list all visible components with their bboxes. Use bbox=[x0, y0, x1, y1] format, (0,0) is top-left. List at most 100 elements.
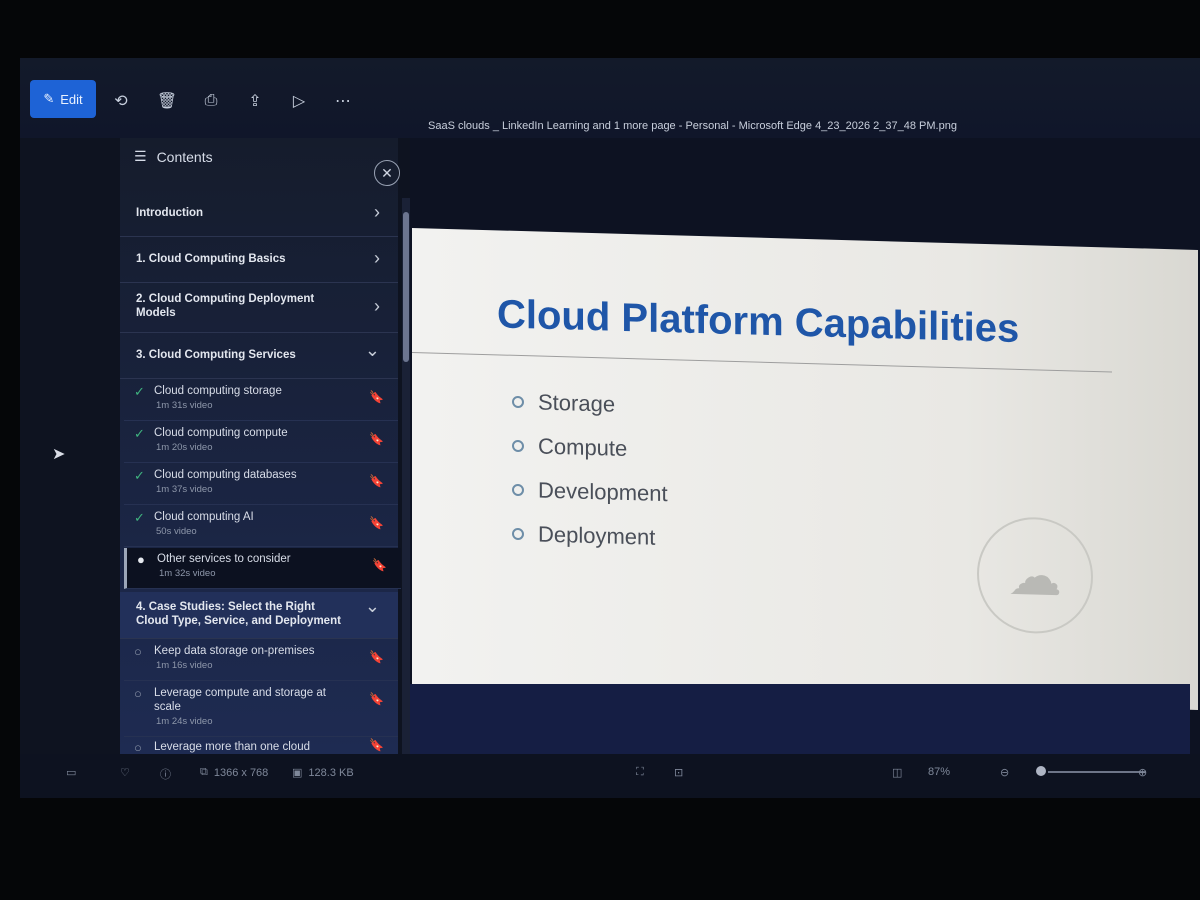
info-icon[interactable]: ⓘ bbox=[160, 766, 171, 782]
bookmark-icon[interactable]: 🔖 bbox=[369, 474, 384, 488]
share-icon[interactable]: ⇪ bbox=[242, 88, 268, 114]
bookmark-icon[interactable]: 🔖 bbox=[369, 650, 384, 664]
lesson-title: Other services to consider bbox=[157, 553, 291, 565]
fit-screen-icon[interactable]: ⛶ bbox=[636, 766, 644, 779]
filmstrip-icon[interactable]: ▭ bbox=[66, 766, 76, 779]
file-title: SaaS clouds _ LinkedIn Learning and 1 mo… bbox=[428, 120, 957, 132]
zoom-out-icon[interactable]: ⊖ bbox=[1000, 766, 1009, 779]
bullet-text: Development bbox=[538, 477, 668, 507]
edit-label: Edit bbox=[60, 91, 83, 107]
list-icon: ☰ bbox=[134, 148, 147, 164]
chevron-right-icon: › bbox=[374, 248, 380, 268]
more-icon[interactable]: ⋯ bbox=[330, 88, 356, 114]
bullet-item: Compute bbox=[512, 433, 627, 462]
bookmark-icon[interactable]: 🔖 bbox=[369, 738, 384, 752]
check-icon: ✓ bbox=[134, 468, 145, 483]
section-label: 4. Case Studies: Select the Right Cloud … bbox=[136, 601, 341, 627]
lesson-duration: 1m 16s video bbox=[156, 660, 213, 671]
lesson-title: Leverage more than one cloud bbox=[154, 741, 310, 753]
lesson-item[interactable]: ✓ Cloud computing databases 1m 37s video… bbox=[124, 464, 398, 505]
slide-footer-bar bbox=[410, 684, 1190, 754]
delete-icon[interactable]: 🗑 bbox=[154, 88, 180, 114]
app-window: ✎ Edit ⟲ 🗑 ⎙ ⇪ ▷ ⋯ SaaS clouds _ LinkedI… bbox=[20, 58, 1200, 798]
lesson-item-current[interactable]: ● Other services to consider 1m 32s vide… bbox=[124, 548, 401, 589]
bookmark-icon[interactable]: 🔖 bbox=[369, 516, 384, 530]
toolbar: ✎ Edit ⟲ 🗑 ⎙ ⇪ ▷ ⋯ SaaS clouds _ LinkedI… bbox=[20, 58, 1200, 164]
status-bar: ▭ ♡ ⓘ ⧉ 1366 x 768 ▣ 128.3 KB ⛶ ⊡ ◫ 87% … bbox=[20, 754, 1200, 798]
slide-divider bbox=[412, 352, 1112, 373]
lesson-title: Leverage compute and storage at scale bbox=[154, 687, 326, 713]
section-introduction[interactable]: Introduction › bbox=[120, 190, 398, 237]
bullet-text: Storage bbox=[538, 389, 616, 417]
favorite-icon[interactable]: ♡ bbox=[120, 766, 130, 779]
image-size-icon: ⧉ bbox=[200, 766, 208, 778]
lesson-item[interactable]: ○ Keep data storage on-premises 1m 16s v… bbox=[124, 640, 398, 681]
filesize-text: 128.3 KB bbox=[308, 766, 354, 779]
bullet-dot-icon bbox=[512, 395, 524, 409]
contents-scrollbar[interactable] bbox=[402, 198, 410, 798]
edit-icon: ✎ bbox=[43, 91, 55, 106]
lesson-item[interactable]: ○ Leverage compute and storage at scale … bbox=[124, 682, 398, 737]
slide-title: Cloud Platform Capabilities bbox=[497, 292, 1020, 351]
lesson-item[interactable]: ✓ Cloud computing storage 1m 31s video 🔖 bbox=[124, 380, 398, 421]
view-mode-icon[interactable]: ◫ bbox=[892, 766, 902, 779]
check-icon: ✓ bbox=[134, 384, 145, 399]
circle-icon: ○ bbox=[134, 740, 142, 755]
lesson-duration: 1m 31s video bbox=[156, 400, 213, 411]
zoom-in-icon[interactable]: ⊕ bbox=[1138, 766, 1147, 779]
text-select-icon[interactable]: ⊡ bbox=[674, 766, 683, 779]
bullet-item: Deployment bbox=[512, 521, 655, 551]
section-cloud-basics[interactable]: 1. Cloud Computing Basics › bbox=[120, 236, 398, 283]
slideshow-icon[interactable]: ▷ bbox=[286, 88, 312, 114]
section-label: 3. Cloud Computing Services bbox=[136, 349, 296, 361]
contents-header: ☰ Contents bbox=[134, 148, 213, 165]
bookmark-icon[interactable]: 🔖 bbox=[369, 692, 384, 706]
lesson-item[interactable]: ✓ Cloud computing compute 1m 20s video 🔖 bbox=[124, 422, 398, 463]
scroll-thumb[interactable] bbox=[403, 212, 409, 362]
cloud-logo-icon: ☁ bbox=[977, 515, 1093, 636]
bookmark-icon[interactable]: 🔖 bbox=[369, 432, 384, 446]
lesson-duration: 1m 24s video bbox=[156, 716, 213, 727]
lasso-icon[interactable]: ⟲ bbox=[108, 88, 134, 114]
bullet-dot-icon bbox=[512, 439, 524, 453]
bullet-text: Deployment bbox=[538, 521, 656, 550]
chevron-down-icon: ⌄ bbox=[364, 340, 380, 360]
lesson-duration: 50s video bbox=[156, 526, 197, 537]
bullet-dot-icon bbox=[512, 527, 524, 541]
dimensions-text: 1366 x 768 bbox=[213, 766, 269, 779]
lesson-duration: 1m 32s video bbox=[159, 568, 216, 579]
circle-icon: ○ bbox=[134, 644, 142, 659]
zoom-slider-handle[interactable] bbox=[1036, 766, 1046, 776]
check-icon: ✓ bbox=[134, 510, 145, 525]
slide: Cloud Platform Capabilities Storage Comp… bbox=[412, 228, 1198, 710]
section-label: Introduction bbox=[136, 207, 204, 219]
bullet-text: Compute bbox=[538, 433, 628, 462]
dimensions-readout: ⧉ 1366 x 768 bbox=[200, 766, 268, 779]
chevron-right-icon: › bbox=[374, 202, 380, 222]
bookmark-icon[interactable]: 🔖 bbox=[369, 390, 384, 404]
lesson-title: Keep data storage on-premises bbox=[154, 645, 315, 657]
check-icon: ✓ bbox=[134, 426, 145, 441]
disk-icon: ▣ bbox=[292, 767, 303, 779]
section-case-studies[interactable]: 4. Case Studies: Select the Right Cloud … bbox=[120, 592, 398, 639]
bullet-item: Development bbox=[512, 477, 668, 507]
section-label: 2. Cloud Computing Deployment Models bbox=[136, 293, 315, 319]
contents-panel: ☰ Contents ✕ Introduction › 1. Cloud Com… bbox=[120, 138, 401, 755]
lesson-item[interactable]: ✓ Cloud computing AI 50s video 🔖 bbox=[124, 506, 398, 547]
mouse-cursor-icon: ➤ bbox=[52, 446, 66, 463]
edit-button[interactable]: ✎ Edit bbox=[30, 80, 96, 118]
lesson-duration: 1m 37s video bbox=[156, 484, 213, 495]
current-dot-icon: ● bbox=[137, 552, 145, 567]
section-cloud-services[interactable]: 3. Cloud Computing Services ⌄ bbox=[120, 332, 398, 379]
lesson-duration: 1m 20s video bbox=[156, 442, 213, 453]
section-deployment-models[interactable]: 2. Cloud Computing Deployment Models › bbox=[120, 282, 398, 333]
bullet-dot-icon bbox=[512, 483, 524, 497]
lesson-title: Cloud computing compute bbox=[154, 427, 288, 439]
close-icon[interactable]: ✕ bbox=[374, 160, 400, 186]
zoom-level[interactable]: 87% bbox=[928, 766, 950, 778]
print-icon[interactable]: ⎙ bbox=[198, 88, 224, 114]
bullet-item: Storage bbox=[512, 389, 615, 418]
lesson-title: Cloud computing storage bbox=[154, 385, 282, 397]
bookmark-icon[interactable]: 🔖 bbox=[372, 558, 387, 572]
zoom-slider[interactable] bbox=[1048, 771, 1146, 773]
